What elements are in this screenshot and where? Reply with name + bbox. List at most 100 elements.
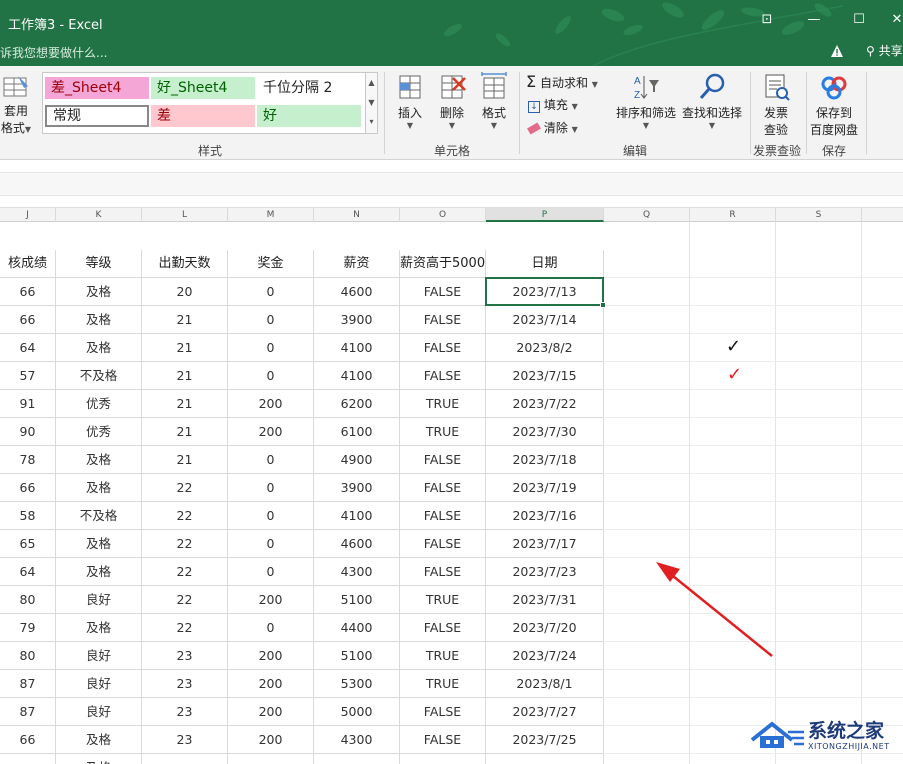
table-cell[interactable]: 2023/8/2 — [486, 334, 604, 362]
table-cell[interactable]: 22 — [142, 474, 228, 502]
table-cell[interactable]: 0 — [228, 446, 314, 474]
table-cell[interactable]: 5100 — [314, 586, 400, 614]
table-cell[interactable]: 2023/7/14 — [486, 306, 604, 334]
table-cell[interactable]: 2023/7/23 — [486, 558, 604, 586]
table-cell[interactable]: 3900 — [314, 474, 400, 502]
table-cell[interactable]: 23 — [142, 670, 228, 698]
table-cell[interactable]: TRUE — [400, 586, 486, 614]
table-cell[interactable]: 及格 — [56, 278, 142, 306]
table-cell[interactable] — [486, 754, 604, 764]
table-cell[interactable]: 及格 — [56, 614, 142, 642]
table-cell[interactable]: FALSE — [400, 698, 486, 726]
clear-button[interactable]: 清除 ▼ — [527, 119, 578, 136]
col-header[interactable]: K — [56, 208, 142, 222]
table-cell[interactable]: 4100 — [314, 502, 400, 530]
table-cell[interactable]: 2023/7/27 — [486, 698, 604, 726]
col-header[interactable]: Q — [604, 208, 690, 222]
table-cell[interactable]: 及格 — [56, 558, 142, 586]
table-cell[interactable]: 66 — [0, 306, 56, 334]
invoice-check-button[interactable]: 发票 查验 — [756, 72, 796, 138]
table-cell[interactable] — [0, 754, 56, 764]
table-cell[interactable]: FALSE — [400, 558, 486, 586]
table-cell[interactable]: 91 — [0, 390, 56, 418]
table-cell[interactable]: 23 — [142, 726, 228, 754]
table-cell[interactable]: 0 — [228, 502, 314, 530]
table-cell[interactable]: 2023/7/15 — [486, 362, 604, 390]
table-cell[interactable]: 4400 — [314, 614, 400, 642]
table-cell[interactable]: 4100 — [314, 334, 400, 362]
table-cell[interactable]: FALSE — [400, 530, 486, 558]
worksheet-grid[interactable]: 核成绩 等级 出勤天数 奖金 薪资 薪资高于5000 日期 66 及格 20 0 4600 FALSE 2… — [0, 222, 903, 764]
table-cell[interactable]: 良好 — [56, 670, 142, 698]
table-cell[interactable]: 2023/7/19 — [486, 474, 604, 502]
table-cell[interactable]: 6200 — [314, 390, 400, 418]
red-check-mark[interactable]: ✓ — [727, 364, 742, 385]
table-cell[interactable]: 79 — [0, 614, 56, 642]
table-cell[interactable]: FALSE — [400, 502, 486, 530]
sort-filter-button[interactable]: A Z 排序和筛选 ▼ — [614, 72, 678, 130]
col-header[interactable]: O — [400, 208, 486, 222]
table-cell[interactable]: 0 — [228, 614, 314, 642]
table-cell[interactable]: 21 — [142, 418, 228, 446]
table-cell[interactable]: 4900 — [314, 446, 400, 474]
table-cell[interactable]: 及格 — [56, 446, 142, 474]
table-cell[interactable]: 22 — [142, 530, 228, 558]
col-header[interactable]: M — [228, 208, 314, 222]
header-cell[interactable]: 薪资高于5000 — [400, 250, 486, 278]
header-cell[interactable]: 奖金 — [228, 250, 314, 278]
table-cell[interactable]: FALSE — [400, 474, 486, 502]
style-comma-2[interactable]: 千位分隔 2 — [257, 77, 361, 99]
table-cell[interactable]: 22 — [142, 502, 228, 530]
table-cell[interactable]: 87 — [0, 698, 56, 726]
style-bad[interactable]: 差 — [151, 105, 255, 127]
table-cell[interactable]: 2023/7/22 — [486, 390, 604, 418]
table-cell[interactable]: 200 — [228, 390, 314, 418]
table-cell[interactable]: FALSE — [400, 306, 486, 334]
table-cell[interactable]: 21 — [142, 306, 228, 334]
table-cell[interactable] — [142, 754, 228, 764]
table-cell[interactable]: 5300 — [314, 670, 400, 698]
tell-me-input[interactable]: 诉我您想要做什么... — [0, 44, 107, 61]
chevron-up-icon[interactable]: ▲ — [366, 73, 377, 93]
table-cell[interactable]: 22 — [142, 586, 228, 614]
insert-button[interactable]: 插入 ▼ — [392, 72, 428, 130]
table-cell[interactable]: 不及格 — [56, 362, 142, 390]
table-cell[interactable]: 200 — [228, 670, 314, 698]
col-header[interactable]: N — [314, 208, 400, 222]
col-header[interactable]: J — [0, 208, 56, 222]
table-cell[interactable]: FALSE — [400, 334, 486, 362]
table-cell[interactable]: 及格 — [56, 306, 142, 334]
table-cell[interactable] — [228, 754, 314, 764]
table-cell[interactable]: 20 — [142, 278, 228, 306]
table-cell[interactable]: 2023/8/1 — [486, 670, 604, 698]
autosum-button[interactable]: Σ 自动求和 ▼ — [526, 72, 598, 91]
table-cell[interactable]: 良好 — [56, 586, 142, 614]
table-cell[interactable]: 4600 — [314, 530, 400, 558]
table-cell[interactable]: 23 — [142, 698, 228, 726]
table-cell[interactable]: 78 — [0, 446, 56, 474]
table-cell[interactable]: 4100 — [314, 362, 400, 390]
table-cell[interactable]: 21 — [142, 334, 228, 362]
fill-button[interactable]: ↓ 填充 ▼ — [528, 96, 578, 113]
table-cell[interactable]: 4300 — [314, 726, 400, 754]
table-cell[interactable]: 及格 — [56, 530, 142, 558]
table-cell[interactable]: 58 — [0, 502, 56, 530]
table-cell[interactable]: 及格 — [56, 726, 142, 754]
chevron-down-icon[interactable]: ▼ — [366, 93, 377, 113]
table-cell[interactable]: 65 — [0, 530, 56, 558]
table-cell[interactable]: 0 — [228, 530, 314, 558]
table-cell[interactable]: TRUE — [400, 390, 486, 418]
table-cell[interactable] — [314, 754, 400, 764]
table-cell[interactable]: 2023/7/31 — [486, 586, 604, 614]
formula-bar[interactable] — [0, 172, 903, 196]
table-cell[interactable]: FALSE — [400, 614, 486, 642]
find-select-button[interactable]: 查找和选择 ▼ — [680, 72, 744, 130]
table-cell[interactable]: 0 — [228, 306, 314, 334]
table-cell[interactable]: 2023/7/16 — [486, 502, 604, 530]
format-button[interactable]: 格式 ▼ — [476, 72, 512, 130]
table-cell[interactable]: FALSE — [400, 726, 486, 754]
table-cell[interactable] — [400, 754, 486, 764]
col-header-partial[interactable] — [862, 208, 903, 222]
fill-handle[interactable] — [600, 302, 606, 308]
table-cell[interactable]: 0 — [228, 474, 314, 502]
